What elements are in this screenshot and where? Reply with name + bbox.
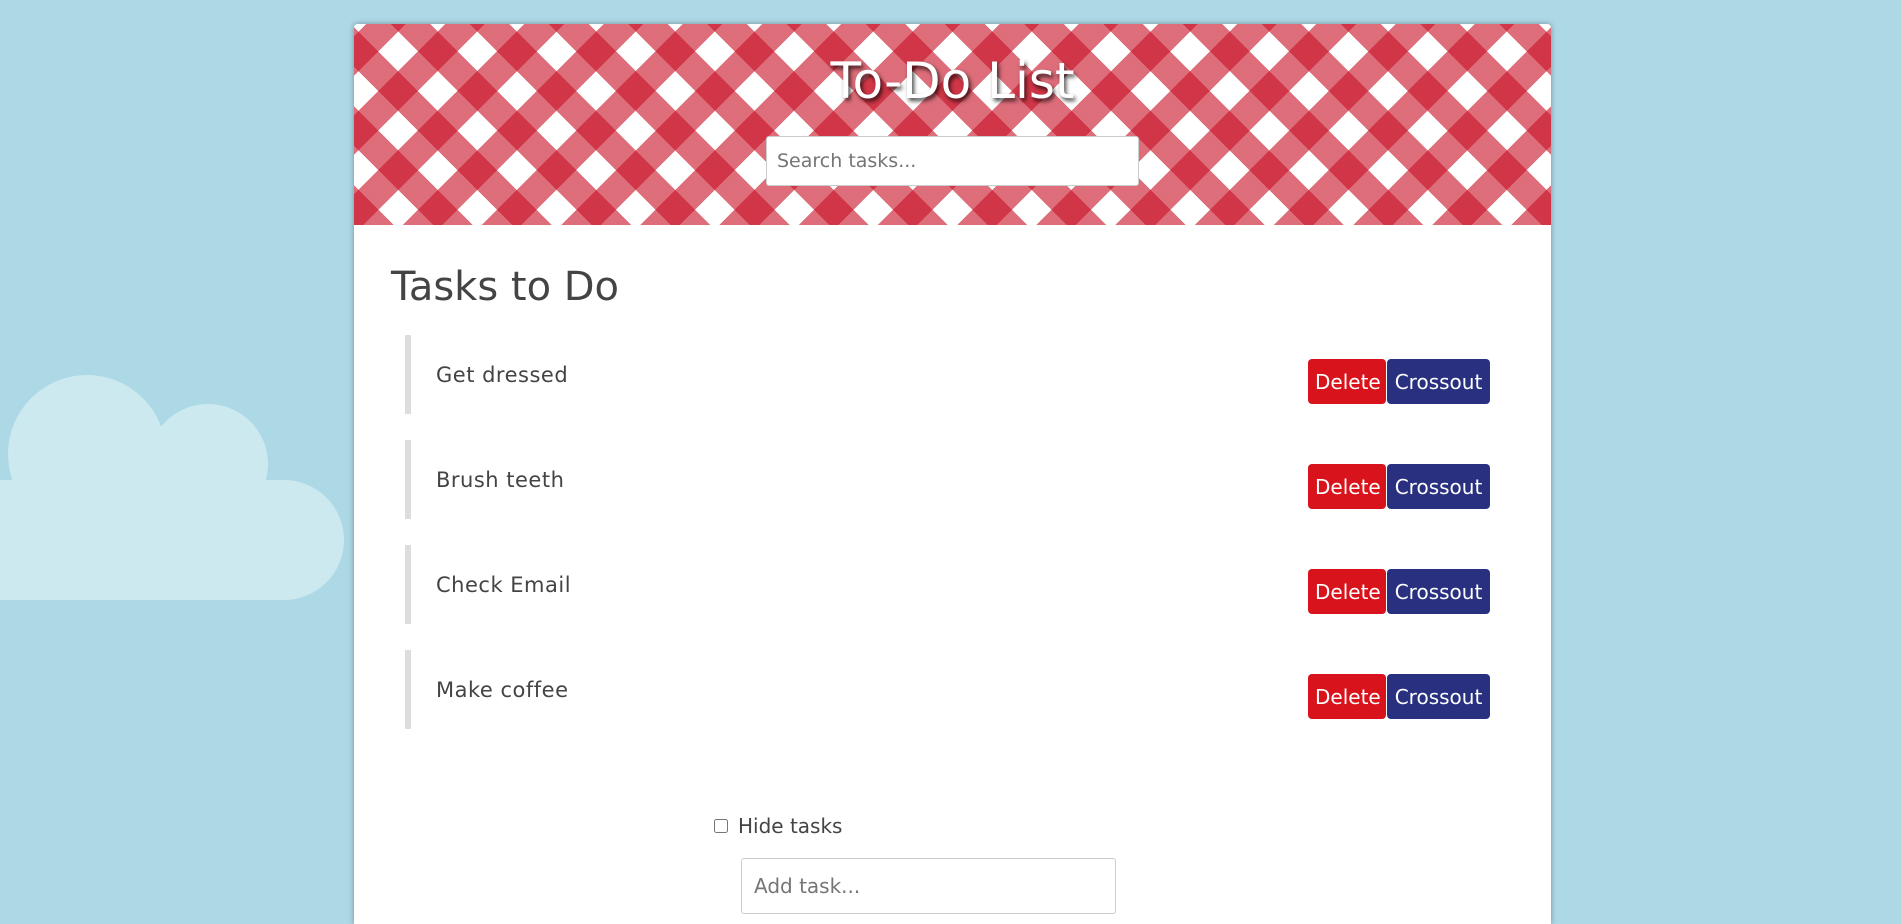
hide-tasks-toggle[interactable]: Hide tasks: [714, 814, 842, 838]
task-actions: Delete Crossout: [1308, 569, 1490, 614]
app-title: To-Do List: [830, 52, 1075, 110]
search-input[interactable]: [766, 136, 1139, 186]
task-actions: Delete Crossout: [1308, 464, 1490, 509]
task-item: Make coffee Delete Crossout: [405, 650, 1490, 729]
task-item: Check Email Delete Crossout: [405, 545, 1490, 624]
task-item: Brush teeth Delete Crossout: [405, 440, 1490, 519]
todo-app-container: To-Do List Tasks to Do Get dressed Delet…: [354, 24, 1551, 924]
crossout-button[interactable]: Crossout: [1387, 674, 1490, 719]
task-item: Get dressed Delete Crossout: [405, 335, 1490, 414]
task-name: Brush teeth: [436, 468, 565, 492]
gingham-banner: To-Do List: [354, 24, 1551, 225]
cloud-decoration: [0, 480, 344, 600]
crossout-button[interactable]: Crossout: [1387, 569, 1490, 614]
delete-button[interactable]: Delete: [1308, 569, 1386, 614]
task-name: Check Email: [436, 573, 572, 597]
hide-tasks-label: Hide tasks: [738, 814, 843, 838]
add-task-input[interactable]: [741, 858, 1116, 914]
task-actions: Delete Crossout: [1308, 674, 1490, 719]
task-actions: Delete Crossout: [1308, 359, 1490, 404]
section-heading: Tasks to Do: [391, 264, 620, 310]
crossout-button[interactable]: Crossout: [1387, 359, 1490, 404]
delete-button[interactable]: Delete: [1308, 464, 1386, 509]
task-name: Make coffee: [436, 678, 569, 702]
task-list: Get dressed Delete Crossout Brush teeth …: [405, 335, 1490, 755]
delete-button[interactable]: Delete: [1308, 674, 1386, 719]
task-name: Get dressed: [436, 363, 569, 387]
crossout-button[interactable]: Crossout: [1387, 464, 1490, 509]
hide-tasks-checkbox[interactable]: [714, 819, 728, 833]
delete-button[interactable]: Delete: [1308, 359, 1386, 404]
